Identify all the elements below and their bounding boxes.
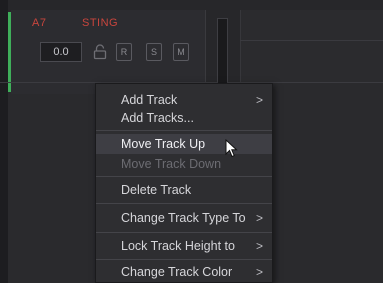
menu-separator xyxy=(96,176,272,177)
menu-item-label: Add Tracks... xyxy=(121,111,194,125)
menu-item-label: Add Track xyxy=(121,93,178,107)
timeline-window: A7 STING 0.0 R S M Add Track > Add Track… xyxy=(0,0,383,283)
chevron-right-icon: > xyxy=(255,239,263,253)
menu-item-label: Move Track Down xyxy=(121,157,222,171)
menu-item-delete-track[interactable]: Delete Track xyxy=(96,180,272,200)
track-name-label[interactable]: STING xyxy=(82,17,118,29)
menu-item-add-track[interactable]: Add Track > xyxy=(96,90,272,110)
menu-item-label: Change Track Type To xyxy=(121,211,246,225)
track-id-label: A7 xyxy=(32,17,47,29)
menu-separator xyxy=(96,232,272,233)
menu-separator xyxy=(96,130,272,131)
track-volume-field[interactable]: 0.0 xyxy=(40,42,82,62)
track-context-menu: Add Track > Add Tracks... Move Track Up … xyxy=(95,83,273,283)
menu-item-add-tracks[interactable]: Add Tracks... xyxy=(96,108,272,128)
solo-button[interactable]: S xyxy=(146,43,162,61)
menu-item-label: Delete Track xyxy=(121,183,192,197)
menu-item-change-track-color[interactable]: Change Track Color > xyxy=(96,262,272,282)
left-edge-strip xyxy=(0,0,8,283)
menu-item-move-track-up[interactable]: Move Track Up xyxy=(96,134,272,154)
track-color-accent xyxy=(8,12,11,92)
chevron-right-icon: > xyxy=(255,211,263,225)
chevron-right-icon: > xyxy=(255,93,263,107)
menu-item-label: Change Track Color xyxy=(121,265,233,279)
menu-item-change-track-type[interactable]: Change Track Type To > xyxy=(96,208,272,228)
menu-item-move-track-down: Move Track Down xyxy=(96,154,272,174)
menu-separator xyxy=(96,203,272,204)
timeline-gridline xyxy=(240,40,383,41)
chevron-right-icon: > xyxy=(255,265,263,279)
mute-button[interactable]: M xyxy=(173,43,189,61)
lock-icon[interactable] xyxy=(93,44,107,60)
audio-level-meter xyxy=(217,18,228,90)
record-arm-button[interactable]: R xyxy=(116,43,132,61)
menu-item-label: Move Track Up xyxy=(121,137,206,151)
track-timeline-lane[interactable] xyxy=(240,10,383,82)
menu-item-lock-track-height[interactable]: Lock Track Height to > xyxy=(96,236,272,256)
menu-separator xyxy=(96,259,272,260)
mouse-pointer-icon xyxy=(225,138,239,159)
menu-item-label: Lock Track Height to xyxy=(121,239,235,253)
